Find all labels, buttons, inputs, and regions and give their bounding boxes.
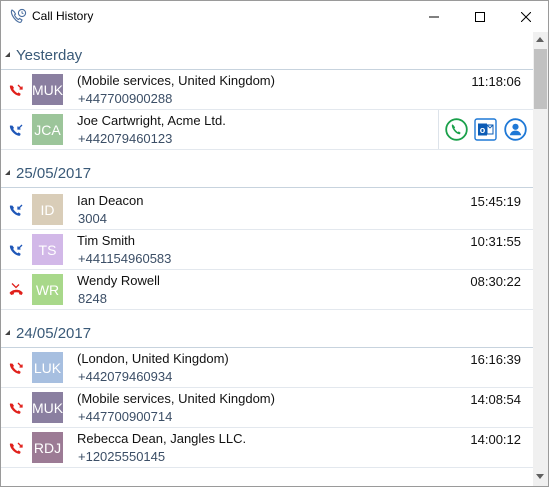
avatar: MUK: [32, 392, 63, 423]
caller-name: Ian Deacon: [77, 193, 144, 208]
phone-history-icon: [9, 8, 27, 25]
incoming-call-icon: [8, 242, 24, 258]
contact-button[interactable]: [504, 118, 527, 141]
maximize-icon: [475, 11, 485, 22]
scroll-down-arrow-icon[interactable]: [536, 474, 544, 479]
call-row[interactable]: WR Wendy Rowell 8248 08:30:22: [1, 270, 533, 310]
missed-call-icon: [8, 82, 24, 98]
maximize-button[interactable]: [457, 1, 503, 32]
group-header-yesterday[interactable]: Yesterday: [1, 32, 533, 70]
minimize-icon: [429, 16, 439, 17]
caller-name: (Mobile services, United Kingdom): [77, 73, 275, 88]
window-title: Call History: [32, 9, 94, 23]
svg-text:o: o: [480, 125, 486, 135]
row-actions: o: [438, 110, 533, 149]
caller-number[interactable]: +442079460934: [78, 369, 172, 384]
caller-number[interactable]: +12025550145: [78, 449, 165, 464]
group-divider: [1, 187, 533, 188]
caller-number[interactable]: +447700900714: [78, 409, 172, 424]
call-row[interactable]: LUK (London, United Kingdom) +4420794609…: [1, 348, 533, 388]
rejected-call-icon: [8, 282, 24, 298]
group-header-24-05-2017[interactable]: 24/05/2017: [1, 310, 533, 348]
avatar: TS: [32, 234, 63, 265]
collapse-triangle-icon[interactable]: [5, 330, 10, 335]
avatar: RDJ: [32, 432, 63, 463]
group-label: 24/05/2017: [16, 325, 92, 342]
scroll-up-arrow-icon[interactable]: [536, 37, 544, 42]
call-row[interactable]: JCA Joe Cartwright, Acme Ltd. +442079460…: [1, 110, 533, 150]
call-row[interactable]: TS Tim Smith +441154960583 10:31:55: [1, 230, 533, 270]
call-row[interactable]: MUK (Mobile services, United Kingdom) +4…: [1, 388, 533, 428]
avatar: JCA: [32, 114, 63, 145]
call-time: 11:18:06: [471, 74, 521, 89]
caller-number[interactable]: 3004: [78, 211, 107, 226]
caller-number[interactable]: +447700900288: [78, 91, 172, 106]
call-row[interactable]: MUK (Mobile services, United Kingdom) +4…: [1, 70, 533, 110]
call-time: 14:08:54: [470, 392, 521, 407]
avatar: ID: [32, 194, 63, 225]
outlook-button[interactable]: o: [474, 118, 497, 141]
caller-name: Rebecca Dean, Jangles LLC.: [77, 431, 247, 446]
vertical-scrollbar[interactable]: [533, 32, 548, 486]
call-button[interactable]: [445, 118, 468, 141]
scrollbar-thumb[interactable]: [534, 49, 547, 109]
outlook-icon: o: [474, 118, 497, 141]
call-icon: [445, 118, 468, 141]
caller-name: Wendy Rowell: [77, 273, 160, 288]
close-button[interactable]: [503, 1, 548, 32]
missed-call-icon: [8, 400, 24, 416]
title-bar[interactable]: Call History: [1, 1, 548, 32]
caller-number[interactable]: +441154960583: [78, 251, 171, 266]
caller-number[interactable]: 8248: [78, 291, 107, 306]
call-time: 15:45:19: [470, 194, 521, 209]
call-time: 14:00:12: [470, 432, 521, 447]
missed-call-icon: [8, 360, 24, 376]
call-list[interactable]: Yesterday MUK (Mobile services, United K…: [1, 32, 533, 486]
close-icon: [521, 11, 531, 22]
caller-name: (London, United Kingdom): [77, 351, 229, 366]
avatar: MUK: [32, 74, 63, 105]
call-time: 16:16:39: [470, 352, 521, 367]
call-row[interactable]: ID Ian Deacon 3004 15:45:19: [1, 190, 533, 230]
caller-number[interactable]: +442079460123: [78, 131, 172, 146]
call-time: 08:30:22: [470, 274, 521, 289]
group-header-25-05-2017[interactable]: 25/05/2017: [1, 150, 533, 188]
caller-name: Tim Smith: [77, 233, 136, 248]
call-history-window: Call History Yesterday MUK (Mobile servi…: [0, 0, 549, 487]
caller-name: Joe Cartwright, Acme Ltd.: [77, 113, 226, 128]
avatar: LUK: [32, 352, 63, 383]
incoming-call-icon: [8, 202, 24, 218]
call-row[interactable]: RDJ Rebecca Dean, Jangles LLC. +12025550…: [1, 428, 533, 468]
incoming-call-icon: [8, 122, 24, 138]
call-time: 10:31:55: [470, 234, 521, 249]
group-label: 25/05/2017: [16, 165, 92, 182]
collapse-triangle-icon[interactable]: [5, 52, 10, 57]
missed-call-icon: [8, 440, 24, 456]
group-label: Yesterday: [16, 47, 83, 64]
avatar: WR: [32, 274, 63, 305]
minimize-button[interactable]: [411, 1, 457, 32]
collapse-triangle-icon[interactable]: [5, 170, 10, 175]
caller-name: (Mobile services, United Kingdom): [77, 391, 275, 406]
contact-icon: [504, 118, 527, 141]
